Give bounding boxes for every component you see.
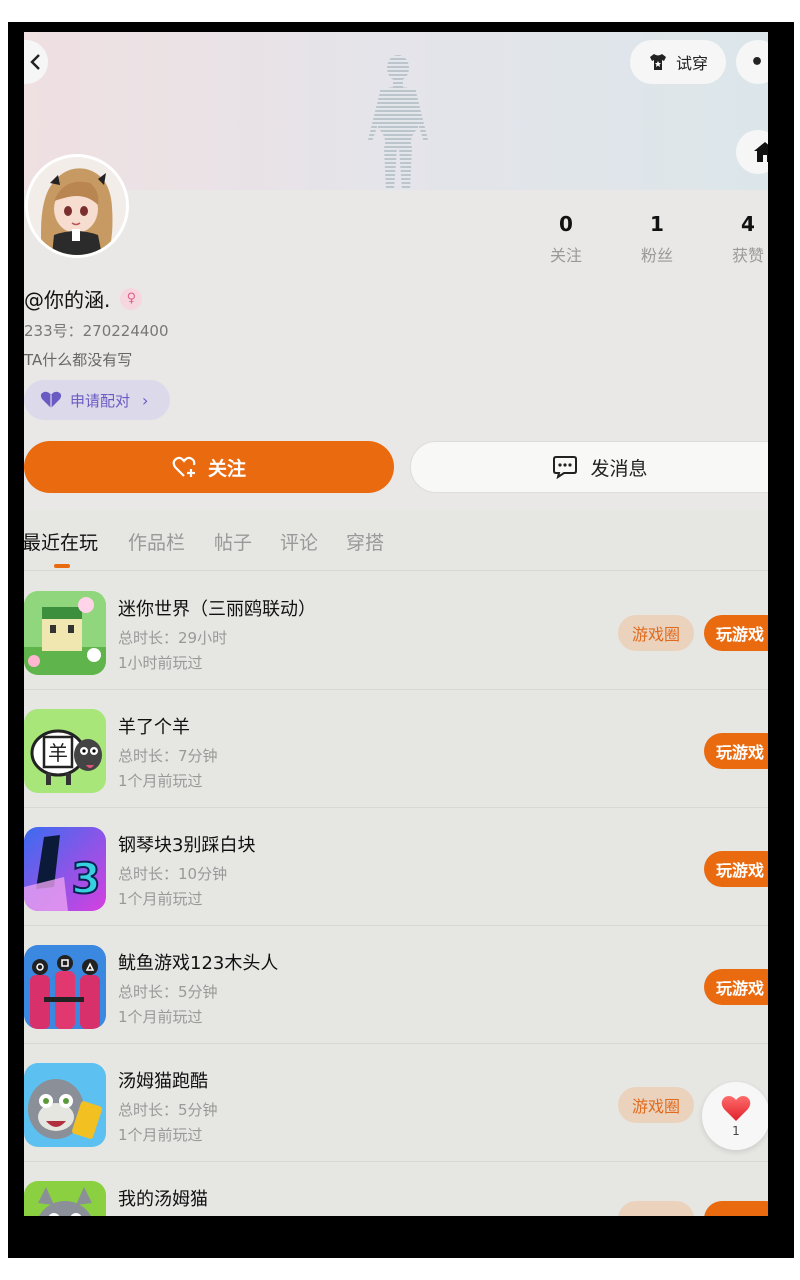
follow-button[interactable]: 关注 xyxy=(24,441,394,493)
game-duration: 总时长：7分钟 xyxy=(118,747,218,765)
home-icon xyxy=(754,142,768,162)
username-row: @你的涵. ♀ xyxy=(24,284,143,313)
tryon-label: 试穿 xyxy=(675,54,708,73)
game-last-played: 1个月前玩过 xyxy=(118,890,203,908)
game-last-played: 1个月前玩过 xyxy=(118,1008,203,1026)
tryon-button[interactable]: 试穿 xyxy=(630,40,726,84)
game-duration: 总时长：5分钟 xyxy=(118,1101,218,1119)
send-message-label: 发消息 xyxy=(590,457,648,480)
game-name: 钢琴块3别踩白块 xyxy=(118,835,256,856)
game-icon-squid-game[interactable] xyxy=(24,945,106,1029)
stat-followers-label: 粉丝 xyxy=(640,246,673,265)
stat-followers[interactable]: 1 粉丝 xyxy=(617,212,697,266)
game-icon-talking-tom-gold-run[interactable] xyxy=(24,1063,106,1147)
play-game-button[interactable]: 玩游戏 xyxy=(704,969,768,1005)
svg-text:3: 3 xyxy=(71,854,100,903)
floating-like-count: 1 xyxy=(732,1123,740,1138)
stat-followers-value: 1 xyxy=(650,212,664,236)
heart-plus-icon xyxy=(172,456,196,477)
game-row[interactable]: 汤姆猫跑酷 总时长：5分钟 1个月前玩过 游戏圈 xyxy=(24,1043,768,1162)
game-name: 汤姆猫跑酷 xyxy=(118,1071,208,1092)
female-icon: ♀ xyxy=(120,287,143,310)
tab-comments[interactable]: 评论 xyxy=(280,528,318,555)
play-game-button[interactable] xyxy=(704,1201,768,1216)
avatar-outfit-figure-icon xyxy=(368,55,428,190)
game-row[interactable]: 3 钢琴块3别踩白块 总时长：10分钟 1个月前玩过 玩游戏 xyxy=(24,807,768,926)
game-icon-my-talking-tom[interactable] xyxy=(24,1181,106,1216)
game-duration: 总时长：29小时 xyxy=(118,629,228,647)
tab-indicator xyxy=(54,564,70,568)
game-last-played: 1个月前玩过 xyxy=(118,1126,203,1144)
play-game-button[interactable]: 玩游戏 xyxy=(704,851,768,887)
play-game-button[interactable]: 玩游戏 xyxy=(704,733,768,769)
game-icon-mini-world[interactable] xyxy=(24,591,106,675)
play-game-button[interactable]: 玩游戏 xyxy=(704,615,768,651)
tshirt-icon xyxy=(649,54,666,70)
more-dots-icon: •• xyxy=(749,49,768,75)
red-heart-icon xyxy=(721,1095,751,1121)
follow-label: 关注 xyxy=(207,457,246,480)
heart-icon xyxy=(40,391,62,408)
game-name: 我的汤姆猫 xyxy=(118,1189,208,1210)
game-circle-button[interactable]: 游戏圈 xyxy=(618,615,694,651)
game-icon-sheep[interactable]: 羊 xyxy=(24,709,106,793)
stat-likes-value: 4 xyxy=(741,212,755,236)
chat-bubble-icon xyxy=(553,456,578,479)
avatar[interactable] xyxy=(28,157,126,255)
stat-likes[interactable]: 4 获赞 xyxy=(708,212,768,266)
chevron-left-icon xyxy=(30,54,40,70)
game-duration: 总时长：5分钟 xyxy=(118,983,218,1001)
game-icon-piano-tiles[interactable]: 3 xyxy=(24,827,106,911)
user-bio: TA什么都没有写 xyxy=(24,351,133,369)
send-message-button[interactable]: 发消息 xyxy=(410,441,768,493)
game-last-played: 1个月前玩过 xyxy=(118,772,203,790)
game-duration: 总时长：10分钟 xyxy=(118,865,228,883)
game-last-played: 1小时前玩过 xyxy=(118,654,203,672)
stat-following[interactable]: 0 关注 xyxy=(526,212,606,266)
stat-following-label: 关注 xyxy=(549,246,582,265)
tab-outfits[interactable]: 穿搭 xyxy=(346,528,384,555)
tab-recently-played[interactable]: 最近在玩 xyxy=(24,528,98,555)
device-frame: 试穿 •• xyxy=(8,22,794,1258)
game-name: 羊了个羊 xyxy=(118,717,190,738)
game-row[interactable]: 羊 羊了个羊 总时长：7分钟 1个月前玩过 玩游戏 xyxy=(24,689,768,808)
svg-text:羊: 羊 xyxy=(48,741,68,765)
apply-pair-label: 申请配对 xyxy=(70,391,131,410)
username: @你的涵. xyxy=(24,288,111,312)
apply-pair-button[interactable]: 申请配对 › xyxy=(24,380,170,420)
screen: 试穿 •• xyxy=(24,32,768,1216)
game-circle-button[interactable] xyxy=(618,1201,694,1216)
floating-like-button[interactable]: 1 xyxy=(702,1082,768,1150)
tab-works[interactable]: 作品栏 xyxy=(128,528,185,555)
game-row[interactable]: 我的汤姆猫 xyxy=(24,1161,768,1216)
tab-posts[interactable]: 帖子 xyxy=(214,528,252,555)
game-name: 迷你世界（三丽鸥联动） xyxy=(118,599,316,620)
game-row[interactable]: 鱿鱼游戏123木头人 总时长：5分钟 1个月前玩过 玩游戏 xyxy=(24,925,768,1044)
stat-likes-label: 获赞 xyxy=(731,246,764,265)
stat-following-value: 0 xyxy=(559,212,573,236)
user-id: 233号：270224400 xyxy=(24,322,169,340)
chevron-right-icon: › xyxy=(142,390,149,410)
game-row[interactable]: 迷你世界（三丽鸥联动） 总时长：29小时 1小时前玩过 游戏圈 玩游戏 xyxy=(24,571,768,690)
game-circle-button[interactable]: 游戏圈 xyxy=(618,1087,694,1123)
game-name: 鱿鱼游戏123木头人 xyxy=(118,953,279,974)
anime-girl-avatar-icon xyxy=(28,157,126,255)
profile-tabs: 最近在玩 作品栏 帖子 评论 穿搭 xyxy=(24,510,768,571)
